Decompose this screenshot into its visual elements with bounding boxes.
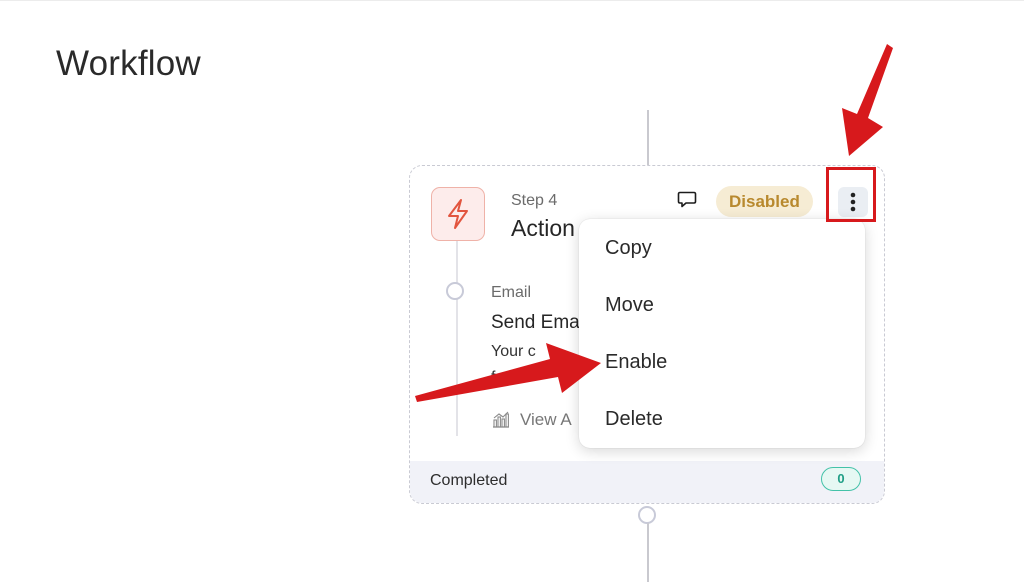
- annotation-arrow-down: [842, 44, 893, 156]
- annotation-arrows: [415, 44, 893, 402]
- annotation-arrow-right: [415, 343, 601, 402]
